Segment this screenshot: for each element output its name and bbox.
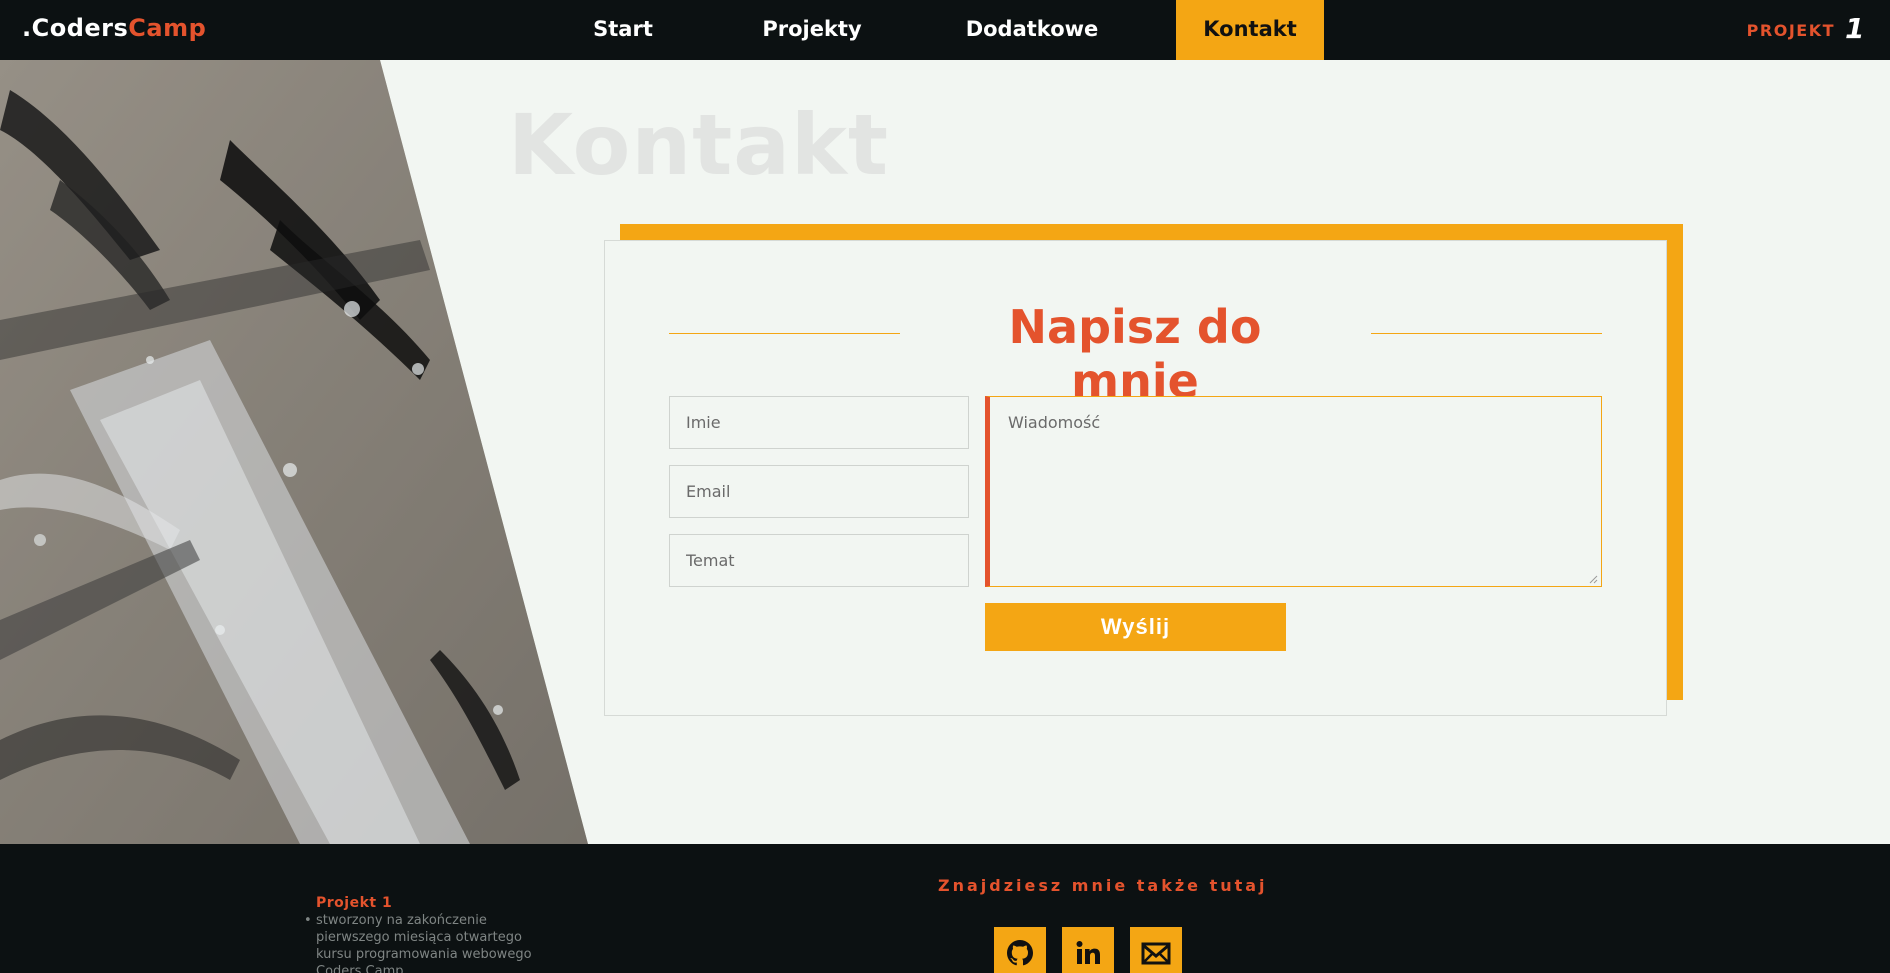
mail-link[interactable] — [1130, 927, 1182, 973]
page-title: Kontakt — [508, 96, 889, 194]
name-input[interactable] — [669, 396, 969, 449]
nav-link-start[interactable]: Start — [579, 0, 667, 60]
brand-logo-accent: Camp — [128, 14, 207, 42]
social-title: Znajdziesz mnie także tutaj — [938, 876, 1268, 895]
nav-link-projekty[interactable]: Projekty — [752, 0, 872, 60]
github-icon — [1007, 940, 1033, 966]
linkedin-link[interactable] — [1062, 927, 1114, 973]
footer-project-title: Projekt 1 — [316, 895, 393, 911]
title-divider-left — [669, 333, 900, 334]
title-divider-right — [1371, 333, 1602, 334]
footer: Projekt 1 stworzony na zakończenie pierw… — [0, 844, 1890, 973]
mail-icon — [1141, 942, 1171, 965]
message-textarea[interactable] — [985, 396, 1602, 587]
footer-project-list: stworzony na zakończenie pierwszego mies… — [304, 912, 556, 973]
nav-link-kontakt[interactable]: Kontakt — [1176, 0, 1324, 60]
project-badge-label: PROJEKT — [1746, 21, 1836, 40]
footer-project-item: stworzony na zakończenie pierwszego mies… — [304, 912, 556, 973]
linkedin-icon — [1076, 941, 1100, 964]
brand-logo[interactable]: .CodersCamp — [22, 14, 206, 42]
project-badge-number: 1 — [1845, 12, 1866, 45]
brand-logo-prefix: .Coders — [22, 14, 129, 42]
form-title: Napisz do mnie — [1008, 300, 1262, 408]
email-input[interactable] — [669, 465, 969, 518]
send-button[interactable]: Wyślij — [985, 603, 1286, 651]
project-badge: PROJEKT 1 — [1747, 12, 1866, 45]
resize-grip-icon[interactable] — [1588, 574, 1598, 584]
top-navbar: .CodersCamp Start Projekty Dodatkowe Kon… — [0, 0, 1890, 60]
nav-link-dodatkowe[interactable]: Dodatkowe — [957, 0, 1107, 60]
subject-input[interactable] — [669, 534, 969, 587]
github-link[interactable] — [994, 927, 1046, 973]
